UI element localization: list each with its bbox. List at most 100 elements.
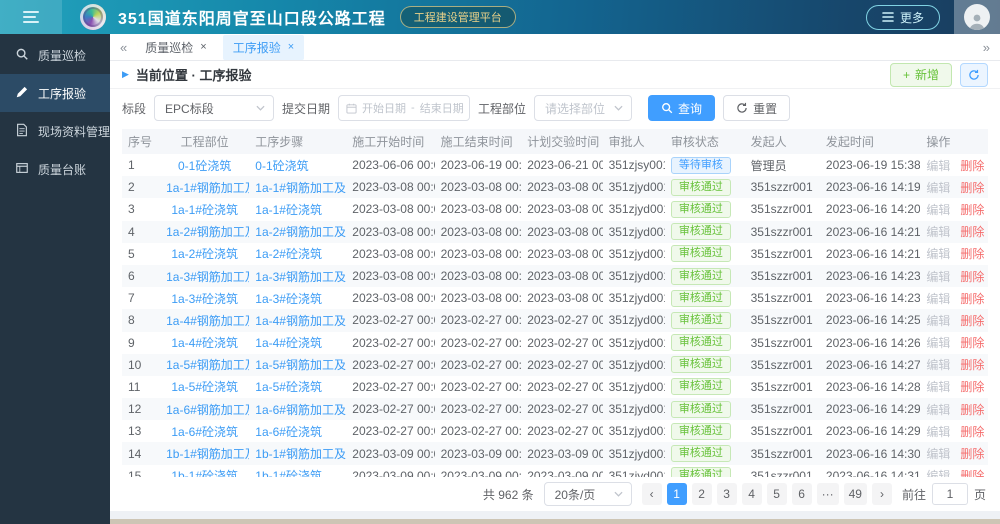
process-inspection-table: 序号 工程部位 工序步骤 施工开始时间 施工结束时间 计划交验时间 审批人 审核状态 发起人 发起… (122, 129, 988, 477)
cell-step-link[interactable]: 1a-1#砼浇筑 (249, 198, 346, 220)
sidebar-toggle-button[interactable] (0, 0, 62, 34)
cell-step-link[interactable]: 1a-6#钢筋加工及安装 (249, 398, 346, 420)
sidebar-item-label: 现场资料管理 (38, 124, 111, 139)
next-page-button[interactable]: › (871, 483, 892, 505)
cell-actions: 编辑 删除 (920, 420, 988, 442)
delete-action[interactable]: 删除 (960, 270, 984, 284)
edit-action[interactable]: 编辑 (926, 447, 950, 461)
cell-step-link[interactable]: 1a-4#砼浇筑 (249, 332, 346, 354)
user-avatar-button[interactable] (954, 0, 1000, 34)
cell-part-link[interactable]: 1a-1#钢筋加工及安装 (160, 176, 249, 198)
page-size-select[interactable]: 20条/页 (543, 482, 632, 506)
cell-step-link[interactable]: 1a-2#钢筋加工及安装 (249, 221, 346, 243)
cell-part-link[interactable]: 1a-4#砼浇筑 (160, 332, 249, 354)
delete-action[interactable]: 删除 (960, 247, 984, 261)
delete-action[interactable]: 删除 (960, 203, 984, 217)
page-ellipsis[interactable]: ··· (816, 483, 839, 505)
cell-step-link[interactable]: 0-1砼浇筑 (249, 154, 346, 176)
edit-action[interactable]: 编辑 (926, 159, 950, 173)
edit-action[interactable]: 编辑 (926, 270, 950, 284)
cell-part-link[interactable]: 1a-6#钢筋加工及安装 (160, 398, 249, 420)
cell-step-link[interactable]: 1a-4#钢筋加工及安装 (249, 309, 346, 331)
cell-part-link[interactable]: 1a-2#砼浇筑 (160, 243, 249, 265)
delete-action[interactable]: 删除 (960, 447, 984, 461)
sidebar-item-quality-inspection[interactable]: 质量巡检 (0, 36, 110, 74)
cell-part-link[interactable]: 1a-2#钢筋加工及安装 (160, 221, 249, 243)
cell-no: 2 (128, 180, 135, 195)
cell-initiator: 351szzr001 (750, 269, 813, 284)
delete-action[interactable]: 删除 (960, 425, 984, 439)
page-button-2[interactable]: 2 (691, 483, 712, 505)
edit-action[interactable]: 编辑 (926, 314, 950, 328)
part-select[interactable]: 请选择部位 (534, 95, 633, 121)
edit-action[interactable]: 编辑 (926, 358, 950, 372)
edit-action[interactable]: 编辑 (926, 425, 950, 439)
cell-part-link[interactable]: 1a-6#砼浇筑 (160, 420, 249, 442)
cell-step-link[interactable]: 1a-3#钢筋加工及安装 (249, 265, 346, 287)
delete-action[interactable]: 删除 (960, 159, 984, 173)
cell-part-link[interactable]: 1a-3#砼浇筑 (160, 287, 249, 309)
page-button-5[interactable]: 5 (766, 483, 787, 505)
edit-action[interactable]: 编辑 (926, 403, 950, 417)
reset-button[interactable]: 重置 (723, 95, 791, 121)
cell-step-link[interactable]: 1b-1#砼浇筑 (249, 465, 346, 477)
cell-part-link[interactable]: 1a-5#砼浇筑 (160, 376, 249, 398)
cell-part-link[interactable]: 1a-1#砼浇筑 (160, 198, 249, 220)
sidebar-item-process-inspection[interactable]: 工序报验 (0, 74, 110, 112)
edit-action[interactable]: 编辑 (926, 469, 950, 477)
tab-1[interactable]: 质量巡检 × (135, 35, 216, 60)
page-button-1[interactable]: 1 (666, 483, 687, 505)
delete-action[interactable]: 删除 (960, 292, 984, 306)
edit-action[interactable]: 编辑 (926, 247, 950, 261)
cell-step-link[interactable]: 1a-5#钢筋加工及安装 (249, 354, 346, 376)
edit-action[interactable]: 编辑 (926, 292, 950, 306)
page-button-49[interactable]: 49 (843, 483, 867, 505)
delete-action[interactable]: 删除 (960, 403, 984, 417)
cell-approver: 351zjyd001 (608, 246, 665, 261)
goto-page-input[interactable] (931, 483, 968, 505)
column-header: 发起人 (744, 129, 820, 154)
cell-part-link[interactable]: 1b-1#钢筋加工及安装 (160, 442, 249, 464)
page-button-3[interactable]: 3 (716, 483, 737, 505)
sidebar-item-label: 质量台账 (38, 162, 87, 177)
tabs-scroll-left-icon[interactable]: « (120, 41, 127, 54)
cell-step-link[interactable]: 1a-5#砼浇筑 (249, 376, 346, 398)
more-button[interactable]: 更多 (865, 4, 940, 30)
cell-part-link[interactable]: 0-1砼浇筑 (160, 154, 249, 176)
edit-action[interactable]: 编辑 (926, 336, 950, 350)
add-button[interactable]: + 新增 (889, 62, 952, 87)
cell-step-link[interactable]: 1a-2#砼浇筑 (249, 243, 346, 265)
delete-action[interactable]: 删除 (960, 225, 984, 239)
page-button-4[interactable]: 4 (741, 483, 762, 505)
cell-step-link[interactable]: 1a-1#钢筋加工及安装 (249, 176, 346, 198)
delete-action[interactable]: 删除 (960, 336, 984, 350)
prev-page-button[interactable]: ‹ (641, 483, 662, 505)
tabs-scroll-right-icon[interactable]: » (983, 41, 990, 54)
cell-part-link[interactable]: 1a-3#钢筋加工及安装 (160, 265, 249, 287)
delete-action[interactable]: 删除 (960, 469, 984, 477)
page-button-6[interactable]: 6 (791, 483, 812, 505)
tab-close-icon[interactable]: × (288, 41, 294, 53)
delete-action[interactable]: 删除 (960, 358, 984, 372)
cell-step-link[interactable]: 1a-6#砼浇筑 (249, 420, 346, 442)
delete-action[interactable]: 删除 (960, 314, 984, 328)
refresh-button[interactable] (960, 62, 988, 87)
edit-action[interactable]: 编辑 (926, 380, 950, 394)
edit-action[interactable]: 编辑 (926, 225, 950, 239)
edit-action[interactable]: 编辑 (926, 181, 950, 195)
cell-step-link[interactable]: 1b-1#钢筋加工及安装 (249, 442, 346, 464)
section-select[interactable]: EPC标段 (154, 95, 275, 121)
sidebar-item-site-documents[interactable]: 现场资料管理 (0, 112, 110, 150)
sidebar-item-quality-ledger[interactable]: 质量台账 (0, 150, 110, 188)
cell-part-link[interactable]: 1b-1#砼浇筑 (160, 465, 249, 477)
delete-action[interactable]: 删除 (960, 181, 984, 195)
tab-2[interactable]: 工序报验 × (222, 34, 305, 60)
cell-step-link[interactable]: 1a-3#砼浇筑 (249, 287, 346, 309)
tab-close-icon[interactable]: × (200, 41, 206, 53)
date-range-picker[interactable]: 开始日期 - 结束日期 (338, 95, 471, 121)
cell-part-link[interactable]: 1a-5#钢筋加工及安装 (160, 354, 249, 376)
search-button[interactable]: 查询 (648, 95, 716, 121)
edit-action[interactable]: 编辑 (926, 203, 950, 217)
delete-action[interactable]: 删除 (960, 380, 984, 394)
cell-part-link[interactable]: 1a-4#钢筋加工及安装 (160, 309, 249, 331)
